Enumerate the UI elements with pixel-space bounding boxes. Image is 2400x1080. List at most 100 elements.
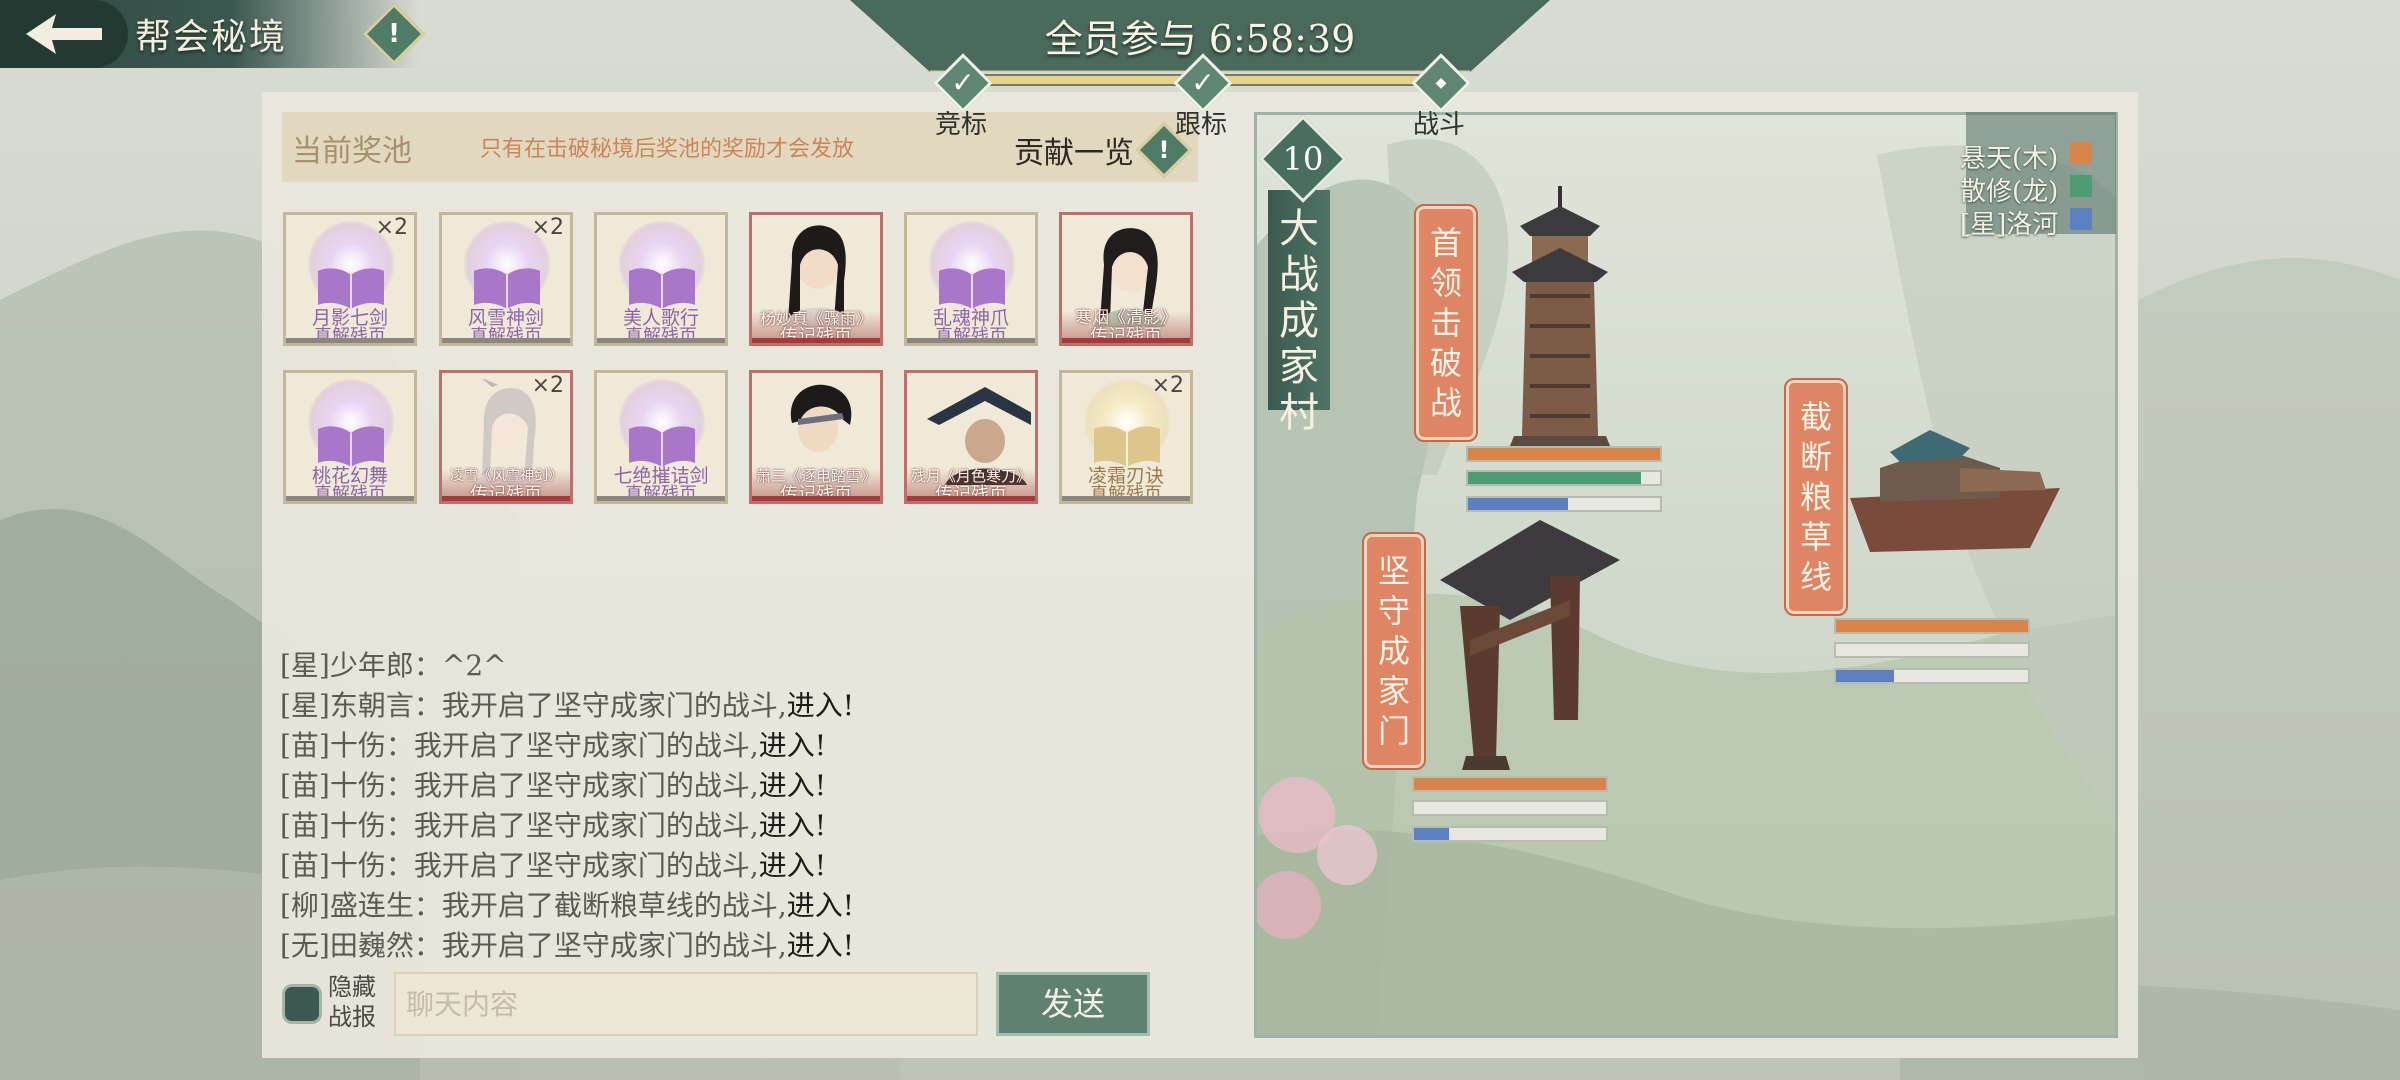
battle-supply-tag[interactable]: 截断粮草线 [1784, 378, 1848, 616]
reward-pool-note: 只有在击破秘境后奖池的奖励才会发放 [480, 137, 855, 162]
back-button[interactable] [0, 0, 128, 68]
card-rarity-bar [597, 496, 725, 501]
chat-speaker: [星]少年郎： [280, 649, 442, 682]
boss-progress-bar-green [1466, 470, 1662, 486]
book-icon [1094, 426, 1160, 467]
reward-card[interactable]: 残月《月色寒刀》 传记残页 [904, 370, 1038, 504]
battle-boss-tag[interactable]: 首领击破战 [1414, 204, 1478, 442]
book-icon [939, 268, 1005, 309]
stage-label-follow: 跟标 [1174, 110, 1227, 140]
reward-card[interactable]: 桃花幻舞 真解残页 [283, 370, 417, 504]
back-arrow-icon [26, 14, 102, 54]
reward-card[interactable]: ×2 月影七剑 真解残页 [283, 212, 417, 346]
gate-archway-icon [1440, 520, 1620, 770]
reward-card[interactable]: 乱魂神爪 真解残页 [904, 212, 1038, 346]
chat-enter-link[interactable]: 进入! [759, 769, 826, 802]
chat-text: 我开启了坚守成家门的战斗, [413, 769, 759, 802]
chat-enter-link[interactable]: 进入! [759, 849, 826, 882]
stage-label-bid: 竞标 [934, 110, 987, 140]
reward-pool-title: 当前奖池 [292, 134, 412, 169]
supply-progress-bar-blue [1834, 668, 2030, 684]
chat-input[interactable] [394, 972, 978, 1036]
reward-type: 真解残页 [625, 326, 697, 346]
chat-speaker: [无]田巍然： [280, 929, 442, 962]
chat-message: [苗]十伤：我开启了坚守成家门的战斗,进入! [280, 724, 826, 764]
chat-text: 我开启了坚守成家门的战斗, [413, 809, 759, 842]
card-rarity-bar [1062, 496, 1190, 501]
battle-gate-tag[interactable]: 坚守成家门 [1362, 532, 1426, 770]
book-icon [318, 268, 384, 309]
chat-enter-link[interactable]: 进入! [787, 689, 854, 722]
card-rarity-bar [907, 496, 1035, 501]
chat-message: [苗]十伤：我开启了坚守成家门的战斗,进入! [280, 804, 826, 844]
contribution-list-button[interactable]: 贡献一览 [1014, 128, 1134, 172]
chat-enter-link[interactable]: 进入! [759, 809, 826, 842]
chat-enter-link[interactable]: 进入! [759, 729, 826, 762]
reward-card[interactable]: ×2 凌霜刃诀 真解残页 [1059, 370, 1193, 504]
chat-message: [苗]十伤：我开启了坚守成家门的战斗,进入! [280, 764, 826, 804]
chat-speaker: [苗]十伤： [280, 809, 414, 842]
legend-swatch [2070, 175, 2092, 197]
reward-type: 真解残页 [935, 326, 1007, 346]
supply-progress-bar-green [1834, 642, 2030, 658]
boss-progress-bar-orange [1466, 446, 1662, 462]
chat-text: 我开启了坚守成家门的战斗, [441, 689, 787, 722]
chat-enter-link[interactable]: 进入! [787, 889, 854, 922]
chat-text: 我开启了坚守成家门的战斗, [413, 729, 759, 762]
legend-entry: 散修(龙) [1960, 177, 2059, 207]
chat-speaker: [苗]十伤： [280, 769, 414, 802]
card-rarity-bar [752, 338, 880, 343]
reward-card[interactable]: ×2 风雪神剑 真解残页 [439, 212, 573, 346]
page-title: 帮会秘境 [135, 17, 288, 58]
supply-progress-bar-orange [1834, 618, 2030, 634]
reward-card[interactable]: 杨妙真《骤雨》 传记残页 [749, 212, 883, 346]
reward-type: 传记残页 [780, 326, 852, 346]
hide-battle-report-checkbox[interactable] [282, 984, 322, 1024]
card-rarity-bar [1062, 338, 1190, 343]
reward-type: 传记残页 [470, 484, 542, 504]
chat-message: [星]东朝言：我开启了坚守成家门的战斗,进入! [280, 684, 854, 724]
card-rarity-bar [286, 496, 414, 501]
reward-type: 传记残页 [1090, 326, 1162, 346]
book-icon [318, 426, 384, 467]
reward-qty: ×2 [375, 215, 408, 240]
reward-card[interactable]: 七绝摧诘剑 真解残页 [594, 370, 728, 504]
reward-qty: ×2 [1151, 373, 1184, 398]
legend-swatch [2070, 208, 2092, 230]
reward-qty: ×2 [531, 373, 564, 398]
legend-entry: 悬天(木) [1960, 144, 2059, 174]
reward-card[interactable]: 美人歌行 真解残页 [594, 212, 728, 346]
book-icon [629, 268, 695, 309]
hide-battle-report-label: 隐藏战报 [328, 973, 376, 1031]
chat-message: [星]少年郎：^2^ [280, 644, 507, 684]
reward-qty: ×2 [531, 215, 564, 240]
map-level: 10 [1282, 140, 1324, 178]
chat-speaker: [柳]盛连生： [280, 889, 442, 922]
reward-type: 真解残页 [1090, 484, 1162, 504]
reward-card[interactable]: 萧三《逐电踏雪》 传记残页 [749, 370, 883, 504]
chat-speaker: [星]东朝言： [280, 689, 442, 722]
stage-label-battle: 战斗 [1412, 110, 1465, 140]
reward-type: 真解残页 [470, 326, 542, 346]
gate-progress-bar-orange [1412, 776, 1608, 792]
gate-progress-bar-green [1412, 800, 1608, 816]
send-button[interactable]: 发送 [996, 972, 1150, 1036]
book-icon [474, 268, 540, 309]
reward-card[interactable]: ×2 凌雪《风雪神剑》 传记残页 [439, 370, 573, 504]
card-rarity-bar [286, 338, 414, 343]
chat-text: 我开启了截断粮草线的战斗, [441, 889, 787, 922]
reward-card[interactable]: 寒烟《清影》 传记残页 [1059, 212, 1193, 346]
reward-type: 真解残页 [314, 326, 386, 346]
chat-speaker: [苗]十伤： [280, 729, 414, 762]
boss-progress-bar-blue [1466, 496, 1662, 512]
chat-message: [柳]盛连生：我开启了截断粮草线的战斗,进入! [280, 884, 854, 924]
chat-text: 我开启了坚守成家门的战斗, [441, 929, 787, 962]
legend-swatch [2070, 142, 2092, 164]
map-title: 大战成家村 [1279, 206, 1319, 436]
chat-enter-link[interactable]: 进入! [787, 929, 854, 962]
reward-type: 真解残页 [625, 484, 697, 504]
chat-speaker: [苗]十伤： [280, 849, 414, 882]
reward-type: 传记残页 [935, 484, 1007, 504]
grain-boat-icon [1850, 430, 2060, 552]
chat-message: [无]田巍然：我开启了坚守成家门的战斗,进入! [280, 924, 854, 964]
